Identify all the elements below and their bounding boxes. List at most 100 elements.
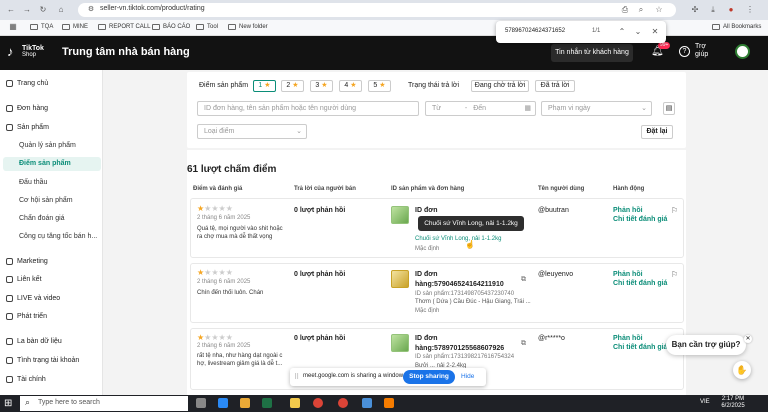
copy-icon[interactable]: ⧉ xyxy=(521,276,526,284)
stop-sharing-button[interactable]: Stop sharing xyxy=(403,370,455,384)
review-detail-action[interactable]: Chi tiết đánh giá xyxy=(613,280,667,287)
taskbar-app-icon[interactable] xyxy=(362,398,372,408)
product-name[interactable]: Thơm ( Dứa ) Cầu Đúc - Hậu Giang, Trái .… xyxy=(415,299,531,305)
menu-icon[interactable]: ⋮ xyxy=(745,5,755,15)
sidebar-item-home[interactable]: Trang chủ xyxy=(6,80,48,87)
review-date: 2 tháng 6 năm 2025 xyxy=(197,215,251,221)
help-icon[interactable]: ? xyxy=(679,46,690,57)
product-thumbnail[interactable] xyxy=(391,334,409,352)
sidebar-item-orders[interactable]: Đơn hàng xyxy=(6,105,48,112)
avatar[interactable] xyxy=(735,44,750,59)
reset-button[interactable]: Đặt lại xyxy=(641,125,673,139)
score-3-button[interactable]: 3 ★ xyxy=(310,80,333,92)
reply-action[interactable]: Phản hồi xyxy=(613,207,643,214)
copy-icon[interactable]: ⧉ xyxy=(521,340,526,348)
review-detail-action[interactable]: Chi tiết đánh giá xyxy=(613,344,667,351)
chat-button[interactable]: Tin nhắn từ khách hàng xyxy=(551,44,633,62)
reply-action[interactable]: Phản hồi xyxy=(613,335,643,342)
reload-icon[interactable]: ↻ xyxy=(38,5,48,15)
back-icon[interactable]: ← xyxy=(6,5,16,15)
taskbar-app-icon[interactable] xyxy=(218,398,228,408)
profile-icon[interactable]: ● xyxy=(726,5,736,15)
all-bookmarks[interactable]: All Bookmarks xyxy=(712,24,761,30)
find-close-icon[interactable]: ✕ xyxy=(650,27,660,37)
reply-done-button[interactable]: Đã trả lời xyxy=(535,80,575,92)
chrome-profile-icon[interactable] xyxy=(338,398,348,408)
product-name-link[interactable]: Chuối sứ Vĩnh Long, nải 1-1.2kg xyxy=(415,236,501,242)
bookmark-star-icon[interactable]: ☆ xyxy=(654,5,664,15)
sidebar-sub-product-score[interactable]: Điểm sản phẩm xyxy=(19,160,71,167)
hand-icon[interactable]: ✋ xyxy=(733,361,751,379)
home-browser-icon[interactable]: ⌂ xyxy=(56,5,66,15)
taskbar-app-icon[interactable] xyxy=(384,398,394,408)
sidebar-sub-bidding[interactable]: Đấu thầu xyxy=(19,179,47,186)
bookmark-icon[interactable]: ⚐ xyxy=(671,206,678,215)
find-input[interactable]: 578967024624371652 xyxy=(505,28,565,34)
apps-icon[interactable]: ▦ xyxy=(8,22,18,32)
folder-icon xyxy=(712,24,720,30)
bookmark-tool[interactable]: Tool xyxy=(196,24,218,30)
score-2-button[interactable]: 2 ★ xyxy=(281,80,304,92)
folder-icon xyxy=(62,24,70,30)
sticky-notes-icon[interactable] xyxy=(290,398,300,408)
hide-button[interactable]: Hide xyxy=(461,373,474,380)
date-range-input[interactable]: Từ - Đến ▦ xyxy=(425,101,536,116)
sidebar-sub-opportunity[interactable]: Cơ hội sản phẩm xyxy=(19,197,73,204)
sidebar-item-products[interactable]: Sản phẩm xyxy=(6,124,49,131)
bookmark-report-call[interactable]: REPORT CALL xyxy=(98,24,150,30)
find-count: 1/1 xyxy=(592,28,601,34)
reply-action[interactable]: Phản hồi xyxy=(613,271,643,278)
translate-icon[interactable]: ⎙ xyxy=(620,5,630,15)
task-view-icon[interactable] xyxy=(196,398,206,408)
sidebar-item-data-compass[interactable]: La bàn dữ liệu xyxy=(6,338,62,345)
chrome-icon[interactable] xyxy=(313,398,323,408)
bookmark-icon[interactable]: ⚐ xyxy=(671,270,678,279)
reply-pending-button[interactable]: Đang chờ trả lời xyxy=(471,80,529,92)
windows-start-icon[interactable]: ⊞ xyxy=(4,398,15,409)
download-icon[interactable]: ⤓ xyxy=(708,5,718,15)
forward-icon[interactable]: → xyxy=(22,5,32,15)
sidebar-sub-manage-products[interactable]: Quản lý sản phẩm xyxy=(19,142,76,149)
rating-type-select[interactable]: Loại điểm ⌄ xyxy=(197,124,307,139)
sidebar-sub-price-diagnosis[interactable]: Chẩn đoán giá xyxy=(19,215,65,222)
language-indicator[interactable]: VIE xyxy=(700,399,710,405)
zoom-icon[interactable]: ⌕ xyxy=(636,5,646,15)
sidebar-item-live[interactable]: LIVE và video xyxy=(6,295,60,302)
sidebar-item-growth[interactable]: Phát triển xyxy=(6,313,47,320)
filter-settings-icon[interactable]: ▤ xyxy=(663,102,675,115)
search-input[interactable]: ID đơn hàng, tên sản phẩm hoặc tên người… xyxy=(197,101,419,116)
bookmark-tqa[interactable]: TQA xyxy=(30,24,53,30)
review-detail-action[interactable]: Chi tiết đánh giá xyxy=(613,216,667,223)
score-4-button[interactable]: 4 ★ xyxy=(339,80,362,92)
product-thumbnail[interactable] xyxy=(391,206,409,224)
sidebar-item-account-health[interactable]: Tình trạng tài khoản xyxy=(6,357,79,364)
find-next-icon[interactable]: ⌄ xyxy=(633,27,643,37)
excel-icon[interactable] xyxy=(262,398,272,408)
sidebar-sub-sales-booster[interactable]: Công cụ tăng tốc bán h... xyxy=(19,233,97,240)
link-icon xyxy=(6,276,13,283)
sidebar-item-marketing[interactable]: Marketing xyxy=(6,258,48,265)
bookmark-bao-cao[interactable]: BÁO CÁO xyxy=(152,24,190,30)
sidebar-item-finance[interactable]: Tài chính xyxy=(6,376,46,383)
find-prev-icon[interactable]: ⌃ xyxy=(617,27,627,37)
share-status: meet.google.com is sharing a window. xyxy=(303,373,405,379)
bookmark-new-folder[interactable]: New folder xyxy=(228,24,268,30)
folder-icon xyxy=(196,24,204,30)
extensions-icon[interactable]: ✣ xyxy=(690,5,700,15)
help-link[interactable]: Trợ giúp xyxy=(695,43,717,59)
date-period-select[interactable]: Phạm vi ngày ⌄ xyxy=(541,101,652,116)
sidebar-item-affiliate[interactable]: Liên kết xyxy=(6,276,42,283)
score-5-button[interactable]: 5 ★ xyxy=(368,80,391,92)
logo[interactable]: TikTok Shop xyxy=(22,45,44,59)
drag-handle-icon[interactable]: ⠿ xyxy=(294,373,299,381)
site-info-icon[interactable]: ⚙ xyxy=(86,5,96,15)
clock[interactable]: 2:17 PM 6/2/2025 xyxy=(718,396,748,410)
order-id-label: ID đơn xyxy=(415,207,438,214)
score-1-button[interactable]: 1 ★ xyxy=(253,80,276,92)
folder-icon xyxy=(152,24,160,30)
file-explorer-icon[interactable] xyxy=(240,398,250,408)
product-thumbnail[interactable] xyxy=(391,270,409,288)
help-chat-bubble[interactable]: Bạn cần trợ giúp? xyxy=(666,335,746,355)
close-icon[interactable]: ✕ xyxy=(744,335,752,343)
bookmark-mine[interactable]: MINE xyxy=(62,24,88,30)
